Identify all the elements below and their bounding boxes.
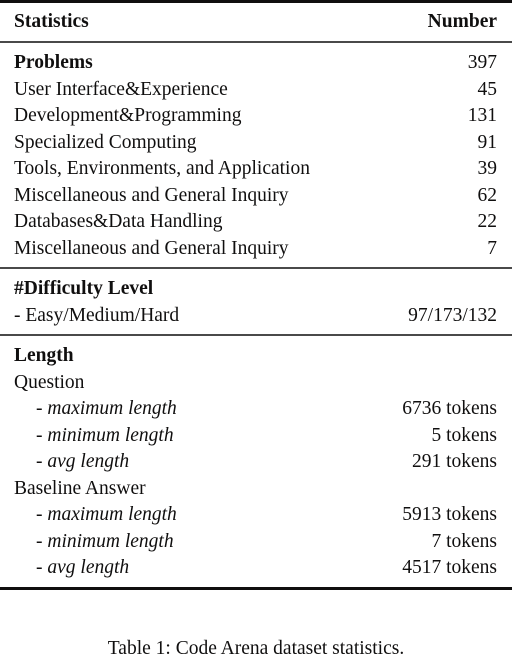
table-row: Question	[0, 370, 512, 397]
dash-prefix: -	[36, 398, 48, 419]
row-label-baseline-avg-length: - avg length	[0, 555, 360, 582]
section-title-difficulty-level: #Difficulty Level	[14, 278, 154, 299]
row-label-question-minimum-length: - minimum length	[0, 423, 360, 450]
row-value-specialized-computing: 91	[477, 131, 498, 153]
table-row: Miscellaneous and General Inquiry 62	[0, 183, 512, 210]
row-value-tools-environments-application: 39	[477, 158, 498, 179]
row-label-question-maximum-length: - maximum length	[0, 396, 360, 423]
table-caption: Table 1: Code Arena dataset statistics.	[107, 638, 405, 659]
row-label-text: avg length	[47, 451, 130, 472]
spacer-after-header-rule	[0, 43, 512, 50]
table-row: Tools, Environments, and Application 39	[0, 156, 512, 183]
row-value-miscellaneous-general-inquiry-2: 7	[487, 237, 497, 259]
group-value-baseline-answer	[360, 476, 512, 503]
table-row: Specialized Computing 91	[0, 130, 512, 157]
row-value-baseline-avg-length: 4517 tokens	[402, 557, 497, 578]
row-label-baseline-maximum-length: - maximum length	[0, 502, 360, 529]
row-value-question-maximum-length: 6736 tokens	[402, 398, 497, 419]
row-label-databases-data-handling: Databases&Data Handling	[14, 211, 223, 232]
table-row: - minimum length 7 tokens	[0, 529, 512, 556]
statistics-table-container: Statistics Number Problems 397 User Inte…	[0, 0, 512, 590]
section-value-length	[360, 343, 512, 370]
row-label-easy-medium-hard: - Easy/Medium/Hard	[14, 304, 180, 326]
row-label-specialized-computing: Specialized Computing	[14, 131, 197, 153]
header-statistics: Statistics	[14, 11, 89, 32]
table-row: - avg length 291 tokens	[0, 449, 512, 476]
table-row: - minimum length 5 tokens	[0, 423, 512, 450]
row-value-user-interface-experience: 45	[477, 78, 498, 100]
table-header-row: Statistics Number	[0, 8, 512, 36]
row-value-databases-data-handling: 22	[477, 211, 498, 232]
table-row: - maximum length 6736 tokens	[0, 396, 512, 423]
section-title-problems: Problems	[14, 52, 93, 73]
statistics-table: Statistics Number Problems 397 User Inte…	[0, 0, 512, 590]
row-label-text: maximum length	[47, 504, 177, 525]
row-label-user-interface-experience: User Interface&Experience	[14, 78, 228, 100]
section-title-length: Length	[14, 345, 74, 366]
table-row: User Interface&Experience 45	[0, 77, 512, 104]
dash-prefix: -	[36, 557, 48, 578]
row-value-baseline-maximum-length: 5913 tokens	[402, 504, 497, 525]
row-label-question-avg-length: - avg length	[0, 449, 360, 476]
row-label-text: minimum length	[47, 424, 174, 446]
dash-prefix: -	[36, 530, 48, 552]
table-row: #Difficulty Level	[0, 276, 512, 303]
table-row: - Easy/Medium/Hard 97/173/132	[0, 303, 512, 330]
header-number: Number	[427, 11, 497, 32]
table-row: - avg length 4517 tokens	[0, 555, 512, 582]
row-label-miscellaneous-general-inquiry-1: Miscellaneous and General Inquiry	[14, 184, 289, 206]
table-row: Problems 397	[0, 50, 512, 77]
row-label-text: maximum length	[47, 398, 177, 419]
dash-prefix: -	[36, 504, 48, 525]
group-label-question: Question	[14, 371, 85, 393]
row-value-question-avg-length: 291 tokens	[411, 451, 497, 472]
section-value-problems: 397	[467, 52, 497, 73]
table-row: - maximum length 5913 tokens	[0, 502, 512, 529]
row-label-baseline-minimum-length: - minimum length	[0, 529, 360, 556]
dash-prefix: -	[36, 451, 48, 472]
row-label-tools-environments-application: Tools, Environments, and Application	[14, 158, 310, 179]
table-row: Databases&Data Handling 22	[0, 209, 512, 236]
spacer-after-difficulty-rule	[0, 269, 512, 276]
group-label-baseline-answer: Baseline Answer	[14, 477, 146, 499]
row-label-development-programming: Development&Programming	[14, 105, 242, 126]
row-label-text: avg length	[47, 557, 130, 578]
row-label-text: minimum length	[47, 530, 174, 552]
row-value-question-minimum-length: 5 tokens	[431, 424, 497, 446]
row-value-development-programming: 131	[467, 105, 497, 126]
row-label-miscellaneous-general-inquiry-2: Miscellaneous and General Inquiry	[14, 237, 289, 259]
table-bottom-rule	[0, 586, 512, 590]
row-value-baseline-minimum-length: 7 tokens	[431, 530, 497, 552]
row-value-miscellaneous-general-inquiry-1: 62	[477, 184, 498, 206]
table-row: Development&Programming 131	[0, 103, 512, 130]
table-row: Baseline Answer	[0, 476, 512, 503]
table-figure-page: Statistics Number Problems 397 User Inte…	[0, 0, 512, 659]
table-row: Length	[0, 343, 512, 370]
table-row: Miscellaneous and General Inquiry 7	[0, 236, 512, 263]
spacer-after-length-rule	[0, 336, 512, 343]
group-value-question	[360, 370, 512, 397]
row-value-easy-medium-hard: 97/173/132	[408, 304, 497, 326]
section-value-difficulty-level	[360, 276, 512, 303]
dash-prefix: -	[36, 424, 48, 446]
